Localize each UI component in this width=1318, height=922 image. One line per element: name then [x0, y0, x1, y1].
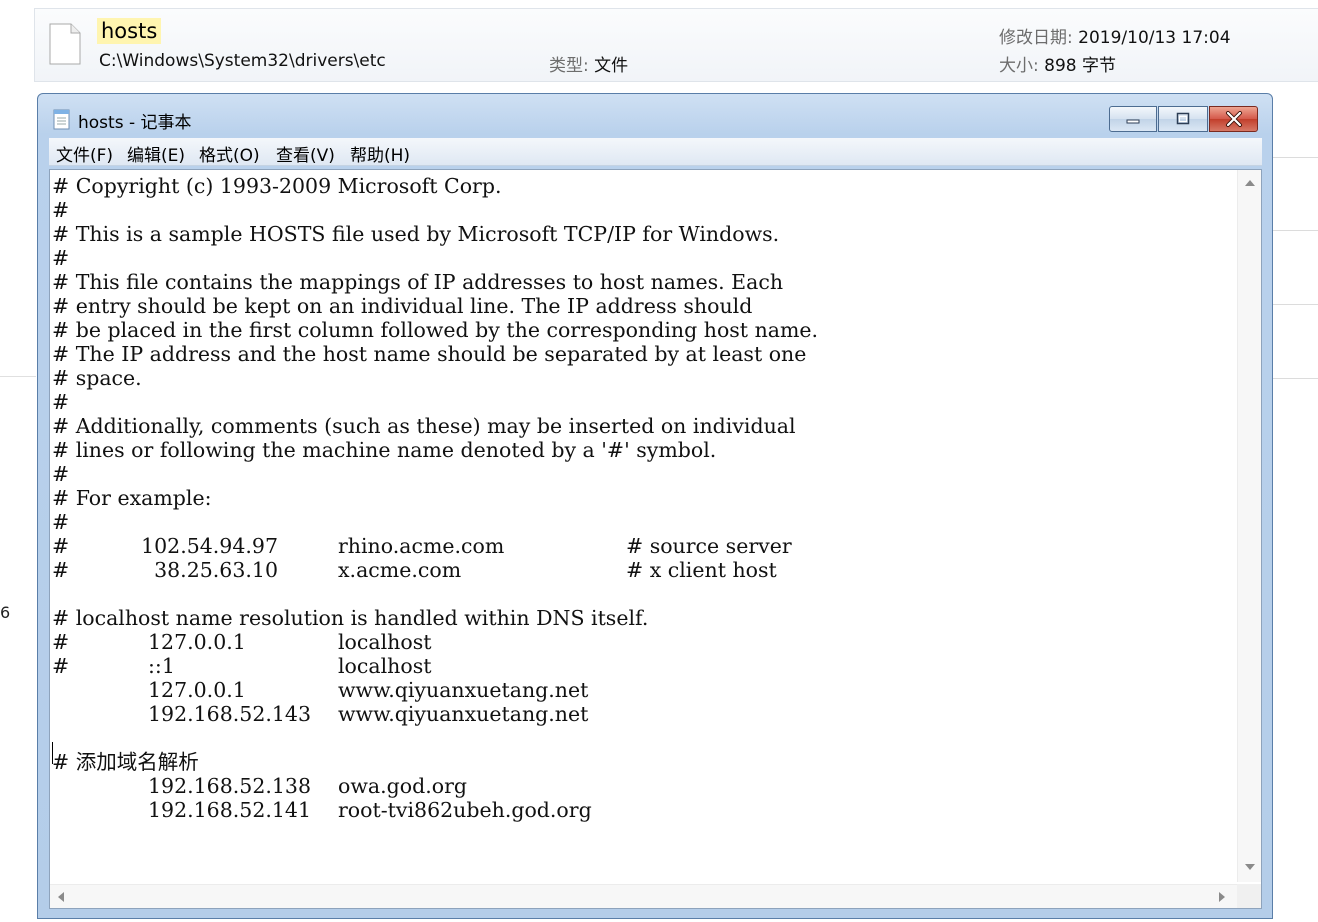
scroll-up-icon[interactable]	[1245, 180, 1255, 186]
text-line-segment: # Copyright (c) 1993-2009 Microsoft Corp…	[52, 174, 502, 198]
text-line-segment: #	[52, 654, 70, 678]
text-line-segment: #	[52, 534, 70, 558]
text-line-segment: # x client host	[626, 558, 777, 582]
text-line-segment: localhost	[338, 654, 432, 678]
minimize-button[interactable]	[1109, 106, 1157, 132]
text-line-segment: www.qiyuanxuetang.net	[338, 678, 589, 702]
scroll-down-icon[interactable]	[1245, 864, 1255, 870]
background-divider	[1272, 378, 1318, 379]
text-line-segment: 192.168.52.143	[148, 702, 312, 726]
menu-format[interactable]: 格式(O)	[199, 141, 260, 166]
text-line-segment: #	[52, 390, 70, 414]
file-modified-date: 修改日期: 2019/10/13 17:04	[999, 23, 1231, 48]
text-line-segment: # Additionally, comments (such as these)…	[52, 414, 796, 438]
menu-file[interactable]: 文件(F)	[56, 141, 113, 166]
menu-bar: 文件(F) 编辑(E) 格式(O) 查看(V) 帮助(H)	[49, 138, 1262, 166]
text-line-segment: www.qiyuanxuetang.net	[338, 702, 589, 726]
file-date-label: 修改日期:	[999, 28, 1073, 48]
close-icon	[1225, 111, 1242, 127]
notepad-window: hosts - 记事本 文件(F) 编辑(E) 格式(O) 查看(V) 帮助(H…	[37, 93, 1273, 919]
file-details-pane: hosts C:\Windows\System32\drivers\etc 类型…	[34, 8, 1318, 82]
text-line-segment: #	[52, 630, 70, 654]
file-icon	[49, 23, 81, 65]
title-bar[interactable]: hosts - 记事本	[38, 94, 1272, 138]
vertical-scrollbar[interactable]	[1237, 170, 1261, 882]
close-button[interactable]	[1209, 106, 1258, 132]
text-line-segment: # This is a sample HOSTS file used by Mi…	[52, 222, 780, 246]
text-line-segment: # be placed in the first column followed…	[52, 318, 819, 342]
text-line-segment: 192.168.52.141	[148, 798, 312, 822]
menu-view[interactable]: 查看(V)	[276, 141, 335, 166]
text-line-segment: 38.25.63.10	[154, 558, 278, 582]
file-size: 大小: 898 字节	[999, 51, 1116, 76]
text-line-segment: # This file contains the mappings of IP …	[52, 270, 784, 294]
window-title: hosts - 记事本	[78, 113, 192, 133]
text-line-segment: # lines or following the machine name de…	[52, 438, 717, 462]
text-line-segment: # For example:	[52, 486, 212, 510]
menu-edit[interactable]: 编辑(E)	[127, 141, 185, 166]
file-size-label: 大小:	[999, 56, 1039, 76]
file-name[interactable]: hosts	[97, 18, 162, 44]
text-line-segment: owa.god.org	[338, 774, 467, 798]
background-divider	[1272, 304, 1318, 305]
background-divider	[1272, 157, 1318, 158]
text-line-segment: # localhost name resolution is handled w…	[52, 606, 649, 630]
text-line-segment: # source server	[626, 534, 792, 558]
file-type-value: 文件	[594, 56, 629, 76]
maximize-icon	[1176, 112, 1190, 125]
text-line-segment: # entry should be kept on an individual …	[52, 294, 753, 318]
editor-text-area[interactable]: # Copyright (c) 1993-2009 Microsoft Corp…	[52, 172, 1235, 882]
text-line-segment: rhino.acme.com	[338, 534, 505, 558]
maximize-button[interactable]	[1158, 106, 1208, 132]
text-line-segment: localhost	[338, 630, 432, 654]
text-line-segment: x.acme.com	[338, 558, 462, 582]
text-line-segment: 127.0.0.1	[148, 678, 246, 702]
file-type: 类型: 文件	[549, 51, 628, 76]
text-line-segment: #	[52, 510, 70, 534]
text-line-segment: ::1	[148, 654, 175, 678]
text-line-segment: # space.	[52, 366, 142, 390]
minimize-icon	[1126, 119, 1140, 124]
background-divider	[0, 376, 36, 377]
file-path: C:\Windows\System32\drivers\etc	[99, 51, 386, 71]
notepad-icon	[53, 109, 70, 130]
text-line-segment: #	[52, 462, 70, 486]
background-divider	[1272, 230, 1318, 231]
text-line-segment: 127.0.0.1	[148, 630, 246, 654]
text-line-segment: #	[52, 246, 70, 270]
file-date-value: 2019/10/13 17:04	[1078, 28, 1231, 48]
file-type-label: 类型:	[549, 56, 589, 76]
text-line-segment: # 添加域名解析	[52, 750, 199, 774]
text-editor[interactable]: # Copyright (c) 1993-2009 Microsoft Corp…	[49, 169, 1262, 909]
text-line-segment: # The IP address and the host name shoul…	[52, 342, 807, 366]
background-text: 6	[0, 603, 11, 622]
scroll-right-icon[interactable]	[1219, 892, 1225, 902]
text-line-segment: 102.54.94.97	[141, 534, 278, 558]
scroll-left-icon[interactable]	[58, 892, 64, 902]
horizontal-scrollbar[interactable]	[50, 884, 1237, 908]
resize-grip-icon[interactable]	[1237, 884, 1261, 908]
file-size-value: 898 字节	[1044, 56, 1116, 76]
text-line-segment: #	[52, 558, 70, 582]
text-line-segment: #	[52, 198, 70, 222]
text-line-segment: root-tvi862ubeh.god.org	[338, 798, 592, 822]
menu-help[interactable]: 帮助(H)	[350, 141, 410, 166]
text-line-segment: 192.168.52.138	[148, 774, 312, 798]
